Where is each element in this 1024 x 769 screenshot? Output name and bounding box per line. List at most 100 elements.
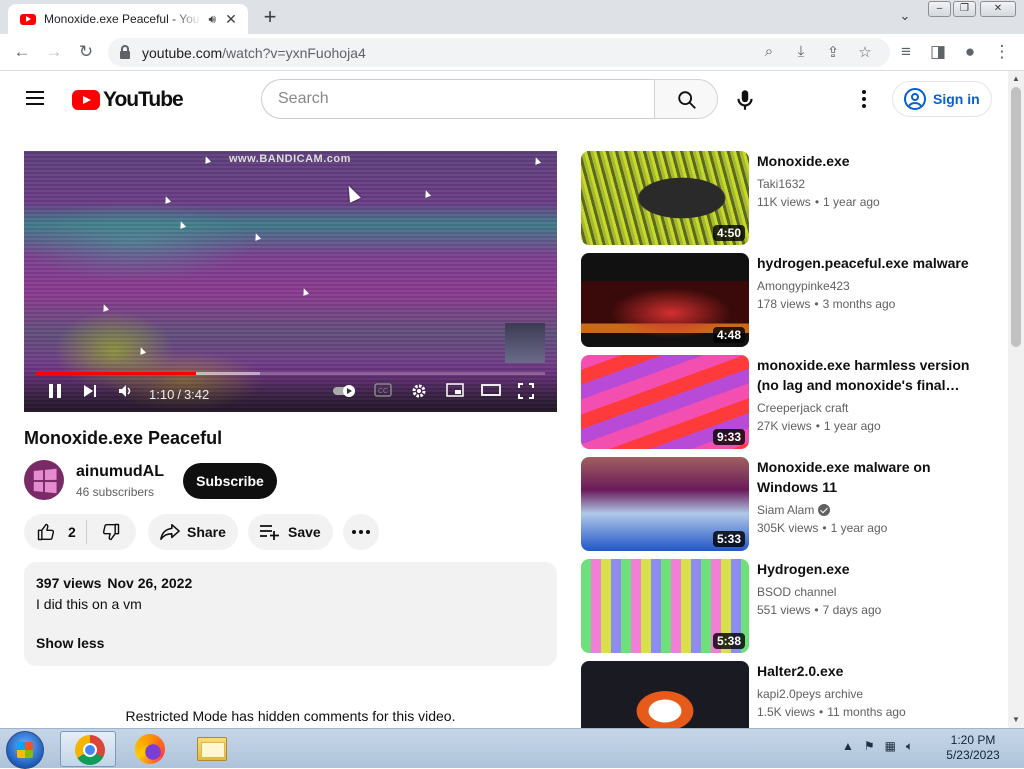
- gear-icon: [412, 384, 426, 398]
- next-button[interactable]: [82, 383, 98, 402]
- profile-avatar-icon[interactable]: ●: [960, 42, 980, 62]
- recommended-video[interactable]: 4:48 hydrogen.peaceful.exe malware Amongyp…: [581, 253, 991, 347]
- like-dislike-group: 2: [24, 514, 136, 550]
- back-arrow-icon[interactable]: ←: [12, 42, 32, 62]
- like-button[interactable]: 2: [24, 520, 87, 544]
- new-tab-button[interactable]: +: [258, 6, 282, 30]
- start-button[interactable]: [6, 731, 44, 769]
- page-scrollbar[interactable]: ▲ ▼: [1008, 71, 1024, 728]
- video-thumbnail[interactable]: 5:38: [581, 559, 749, 653]
- mute-button[interactable]: [117, 383, 133, 402]
- recommended-channel-name[interactable]: Siam Alam: [757, 503, 831, 517]
- search-input[interactable]: [261, 79, 655, 119]
- subscribe-button[interactable]: Subscribe: [183, 463, 277, 499]
- video-thumbnail[interactable]: 4:48: [581, 253, 749, 347]
- theater-mode-button[interactable]: [481, 383, 501, 400]
- recommended-video[interactable]: 5:33 Monoxide.exe malware on Windows 11 Si…: [581, 457, 991, 551]
- description-box[interactable]: 397 views Nov 26, 2022 I did this on a vm…: [24, 562, 557, 666]
- pause-button[interactable]: [48, 383, 62, 402]
- recommended-channel-name[interactable]: Taki1632: [757, 177, 805, 191]
- like-count: 2: [68, 524, 76, 540]
- share-button[interactable]: Share: [148, 514, 238, 550]
- recommended-channel-name[interactable]: BSOD channel: [757, 585, 836, 599]
- captions-button[interactable]: CC: [374, 383, 392, 400]
- action-center-flag-icon[interactable]: ⚑: [864, 739, 875, 754]
- recommended-channel-name[interactable]: Amongypinke423: [757, 279, 850, 293]
- reload-icon[interactable]: ↻: [76, 42, 96, 62]
- recommended-video[interactable]: 5:38 Hydrogen.exe BSOD channel 551 views • 7 …: [581, 559, 991, 653]
- settings-button[interactable]: [411, 383, 427, 402]
- sign-in-button[interactable]: Sign in: [892, 81, 992, 117]
- share-page-icon[interactable]: ⇪: [823, 43, 843, 61]
- address-bar[interactable]: youtube.com/watch?v=yxnFuohoja4 ⌕ ⤓ ⇪ ☆: [108, 38, 890, 67]
- video-thumbnail[interactable]: 9:33: [581, 355, 749, 449]
- recommended-video-title[interactable]: Halter2.0.exe: [757, 661, 985, 681]
- video-thumbnail[interactable]: 5:33: [581, 457, 749, 551]
- miniplayer-button[interactable]: [446, 383, 464, 400]
- bandicam-watermark: www.BANDICAM.com: [229, 153, 351, 165]
- media-controls-icon[interactable]: ≡: [896, 42, 916, 62]
- settings-more-icon[interactable]: [856, 88, 872, 110]
- show-less-button[interactable]: Show less: [36, 635, 104, 651]
- video-thumbnail[interactable]: 4:50: [581, 151, 749, 245]
- side-panel-icon[interactable]: ◨: [928, 42, 948, 62]
- recommended-video-title[interactable]: Hydrogen.exe: [757, 559, 985, 579]
- volume-muted-icon[interactable]: 🔈︎: [906, 739, 913, 754]
- lock-icon[interactable]: [120, 45, 130, 59]
- forward-arrow-icon[interactable]: →: [44, 42, 64, 62]
- recommended-video-title[interactable]: Monoxide.exe: [757, 151, 985, 171]
- browser-menu-icon[interactable]: ⋮: [992, 42, 1012, 62]
- recommended-channel-name[interactable]: kapi2.0peys archive: [757, 687, 863, 701]
- voice-search-button[interactable]: [731, 87, 759, 113]
- add-to-playlist-icon: [260, 525, 279, 540]
- channel-avatar[interactable]: [24, 460, 64, 500]
- taskbar-explorer[interactable]: [184, 731, 240, 767]
- video-player[interactable]: www.BANDICAM.com 1:10/3:42 CC: [24, 151, 557, 412]
- close-window-button[interactable]: ✕: [980, 1, 1016, 17]
- recommended-video-title[interactable]: Monoxide.exe malware on Windows 11: [757, 457, 985, 497]
- tab-title: Monoxide.exe Peaceful - YouTube: [44, 12, 202, 26]
- browser-toolbar: ← → ↻ youtube.com/watch?v=yxnFuohoja4 ⌕ …: [0, 34, 1024, 71]
- autoplay-toggle[interactable]: [332, 383, 358, 402]
- youtube-logo[interactable]: YouTube: [72, 88, 184, 112]
- browser-tab-active[interactable]: Monoxide.exe Peaceful - YouTube 🔊︎ ✕: [8, 4, 248, 34]
- search-button[interactable]: [654, 79, 718, 119]
- scroll-up-icon[interactable]: ▲: [1012, 74, 1020, 83]
- recommended-video[interactable]: 9:33 monoxide.exe harmless version (no la…: [581, 355, 991, 449]
- verified-badge-icon: [818, 504, 831, 516]
- firefox-icon: [135, 734, 165, 764]
- restore-window-button[interactable]: ❐: [953, 1, 976, 17]
- close-tab-icon[interactable]: ✕: [222, 10, 240, 28]
- scroll-down-icon[interactable]: ▼: [1012, 715, 1020, 724]
- taskbar-firefox[interactable]: [122, 731, 178, 767]
- fullscreen-button[interactable]: [518, 383, 534, 402]
- save-button[interactable]: Save: [248, 514, 333, 550]
- recommended-video[interactable]: 4:50 Monoxide.exe Taki1632 11K views • 1 year…: [581, 151, 991, 245]
- install-app-icon[interactable]: ⤓: [791, 43, 811, 60]
- browser-tab-strip: Monoxide.exe Peaceful - YouTube 🔊︎ ✕ + ⌄…: [0, 0, 1024, 34]
- tab-search-chevron-icon[interactable]: ⌄: [896, 8, 914, 26]
- dislike-button[interactable]: [87, 522, 121, 542]
- recommended-video-stats: 551 views • 7 days ago: [757, 603, 882, 617]
- pause-icon: [49, 384, 61, 398]
- view-date-line: 397 views Nov 26, 2022: [36, 575, 545, 591]
- zoom-search-icon[interactable]: ⌕: [759, 43, 779, 60]
- recommended-channel-name[interactable]: Creeperjack craft: [757, 401, 848, 415]
- network-icon[interactable]: ▦: [885, 739, 896, 754]
- guide-menu-icon[interactable]: [26, 91, 46, 105]
- video-progress-bar[interactable]: [36, 372, 545, 375]
- channel-name[interactable]: ainumudAL: [76, 463, 164, 481]
- recommended-video[interactable]: Halter2.0.exe kapi2.0peys archive 1.5K vie…: [581, 661, 991, 728]
- recommended-video-title[interactable]: monoxide.exe harmless version (no lag an…: [757, 355, 985, 395]
- video-thumbnail[interactable]: [581, 661, 749, 728]
- recommended-video-title[interactable]: hydrogen.peaceful.exe malware: [757, 253, 985, 273]
- show-hidden-icons-icon[interactable]: ▲: [842, 739, 854, 754]
- upload-date: Nov 26, 2022: [107, 575, 193, 591]
- scrollbar-thumb[interactable]: [1011, 87, 1021, 347]
- bookmark-star-icon[interactable]: ☆: [855, 43, 875, 61]
- taskbar-clock[interactable]: 1:20 PM 5/23/2023: [930, 733, 1016, 763]
- taskbar-chrome[interactable]: [60, 731, 116, 767]
- minimize-window-button[interactable]: –: [928, 1, 951, 17]
- more-actions-button[interactable]: [343, 514, 379, 550]
- speaker-icon[interactable]: 🔊︎: [208, 12, 216, 27]
